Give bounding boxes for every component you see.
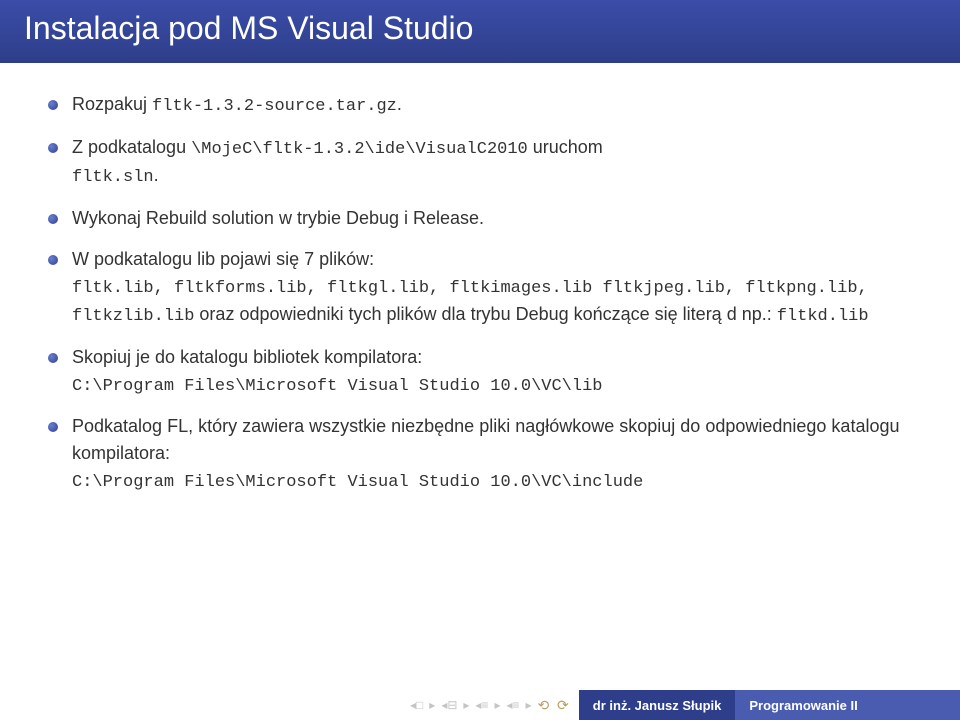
item-text: W podkatalogu lib pojawi się 7 plików: f… [72, 246, 912, 330]
nav-sub-prev-icon[interactable]: ◂≡ [475, 698, 488, 712]
bullet-icon [48, 422, 58, 432]
list-item: W podkatalogu lib pojawi się 7 plików: f… [48, 246, 912, 330]
item-text: Skopiuj je do katalogu bibliotek kompila… [72, 344, 912, 400]
nav-sub-next-icon[interactable]: ▸ [494, 698, 500, 712]
bullet-icon [48, 255, 58, 265]
slide-content: Rozpakuj fltk-1.3.2-source.tar.gz. Z pod… [0, 63, 960, 496]
slide-title: Instalacja pod MS Visual Studio [0, 0, 960, 63]
list-item: Z podkatalogu \MojeC\fltk-1.3.2\ide\Visu… [48, 134, 912, 191]
nav-prev-icon[interactable]: ▸ [429, 698, 435, 712]
nav-refresh-icon[interactable]: ⟲ ⟳ [538, 697, 569, 714]
bullet-icon [48, 353, 58, 363]
item-text: Podkatalog FL, który zawiera wszystkie n… [72, 413, 912, 496]
footer: ◂□ ▸ ◂⊟ ▸ ◂≡ ▸ ◂≡ ▸ ⟲ ⟳ dr inż. Janusz S… [0, 690, 960, 720]
list-item: Wykonaj Rebuild solution w trybie Debug … [48, 205, 912, 232]
nav-first-icon[interactable]: ◂□ [410, 698, 423, 712]
list-item: Rozpakuj fltk-1.3.2-source.tar.gz. [48, 91, 912, 120]
list-item: Skopiuj je do katalogu bibliotek kompila… [48, 344, 912, 400]
nav-slide-prev-icon[interactable]: ◂≡ [506, 698, 519, 712]
footer-course: Programowanie II [735, 690, 960, 720]
title-text: Instalacja pod MS Visual Studio [24, 10, 473, 46]
item-text: Rozpakuj fltk-1.3.2-source.tar.gz. [72, 91, 912, 120]
nav-section-prev-icon[interactable]: ◂⊟ [441, 698, 457, 712]
bullet-icon [48, 143, 58, 153]
bullet-icon [48, 100, 58, 110]
bullet-icon [48, 214, 58, 224]
nav-controls: ◂□ ▸ ◂⊟ ▸ ◂≡ ▸ ◂≡ ▸ ⟲ ⟳ [0, 690, 579, 720]
nav-slide-next-icon[interactable]: ▸ [526, 698, 532, 712]
item-text: Wykonaj Rebuild solution w trybie Debug … [72, 205, 912, 232]
footer-author: dr inż. Janusz Słupik [579, 690, 736, 720]
item-text: Z podkatalogu \MojeC\fltk-1.3.2\ide\Visu… [72, 134, 912, 191]
list-item: Podkatalog FL, który zawiera wszystkie n… [48, 413, 912, 496]
nav-section-next-icon[interactable]: ▸ [463, 698, 469, 712]
